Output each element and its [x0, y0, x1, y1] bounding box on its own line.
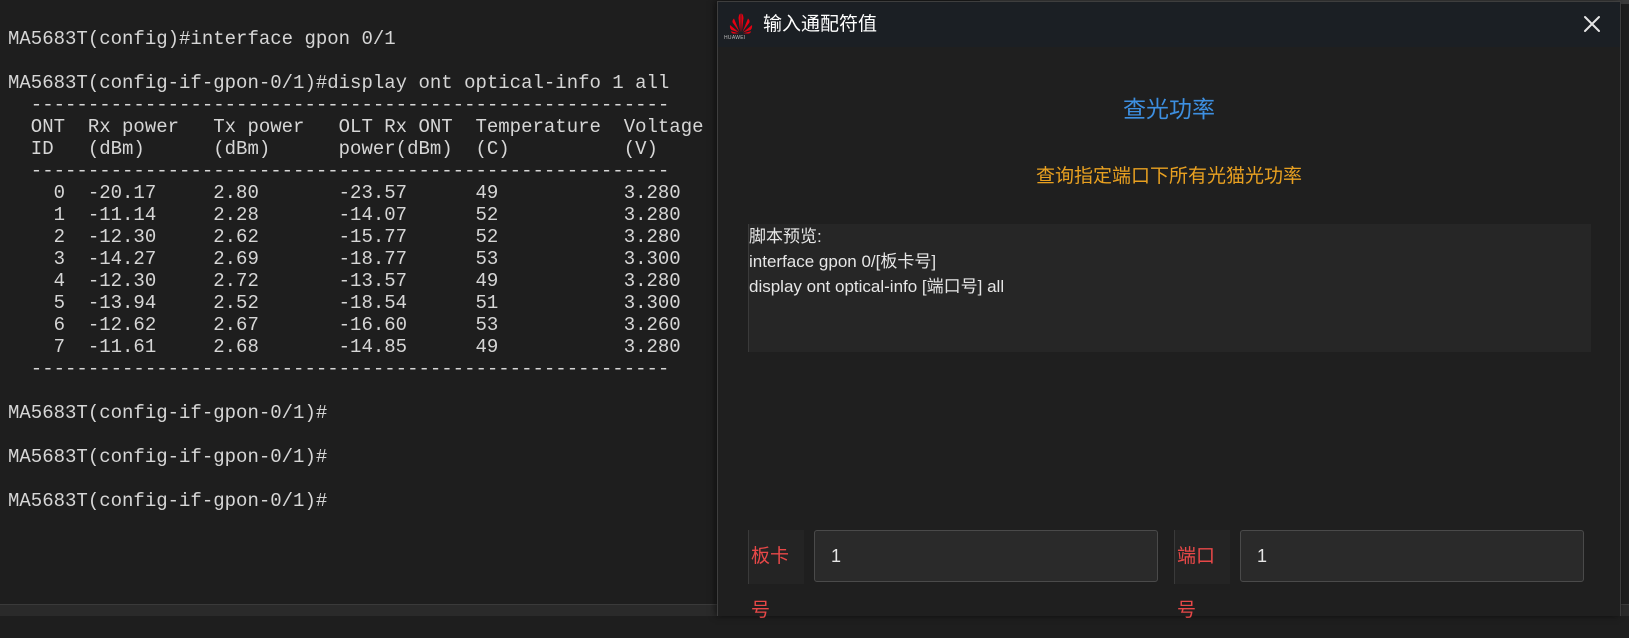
terminal-line: MA5683T(config-if-gpon-0/1)#	[8, 446, 328, 468]
preview-label: 脚本预览:	[749, 227, 822, 246]
terminal-line: MA5683T(config-if-gpon-0/1)#	[8, 490, 328, 512]
terminal-line: ----------------------------------------…	[8, 160, 670, 182]
param-label-board: 板卡号	[748, 530, 804, 621]
huawei-logo-icon	[729, 13, 753, 34]
terminal-line: 5 -13.94 2.52 -18.54 51 3.300	[8, 292, 681, 314]
terminal-line: MA5683T(config-if-gpon-0/1)#	[8, 402, 328, 424]
terminal-line: 4 -12.30 2.72 -13.57 49 3.280	[8, 270, 681, 292]
param-label-port: 端口号	[1174, 530, 1230, 621]
dialog-title: 输入通配符值	[763, 14, 878, 35]
terminal-line: ID (dBm) (dBm) power(dBm) (C) (V)	[8, 138, 658, 160]
terminal-line: 7 -11.61 2.68 -14.85 49 3.280	[8, 336, 681, 358]
terminal-line: ----------------------------------------…	[8, 94, 670, 116]
preview-line: display ont optical-info [端口号] all	[749, 277, 1005, 296]
dialog-titlebar[interactable]: HUAWEI 输入通配符值	[718, 2, 1620, 47]
terminal-line: ONT Rx power Tx power OLT Rx ONT Tempera…	[8, 116, 704, 138]
preview-line: interface gpon 0/[板卡号]	[749, 252, 937, 271]
terminal-line: 0 -20.17 2.80 -23.57 49 3.280	[8, 182, 681, 204]
terminal-line: 2 -12.30 2.62 -15.77 52 3.280	[8, 226, 681, 248]
script-heading: 查光功率	[1123, 96, 1215, 122]
terminal-line: 1 -11.14 2.28 -14.07 52 3.280	[8, 204, 681, 226]
terminal-line: ----------------------------------------…	[8, 358, 670, 380]
wildcard-dialog: HUAWEI 输入通配符值 查光功率 查询指定端口下所有光猫光功率 脚本预览: …	[717, 1, 1621, 621]
script-preview: 脚本预览: interface gpon 0/[板卡号] display ont…	[748, 224, 1591, 352]
terminal-line: 6 -12.62 2.67 -16.60 53 3.260	[8, 314, 681, 336]
port-number-input[interactable]	[1240, 530, 1584, 582]
terminal-line: MA5683T(config)#interface gpon 0/1	[8, 28, 396, 50]
terminal-line: MA5683T(config-if-gpon-0/1)#display ont …	[8, 72, 670, 94]
script-description: 查询指定端口下所有光猫光功率	[1035, 166, 1302, 187]
terminal-line: 3 -14.27 2.69 -18.77 53 3.300	[8, 248, 681, 270]
board-number-input[interactable]	[814, 530, 1158, 582]
logo-wordmark: HUAWEI	[724, 35, 746, 41]
close-icon[interactable]	[1580, 12, 1604, 36]
